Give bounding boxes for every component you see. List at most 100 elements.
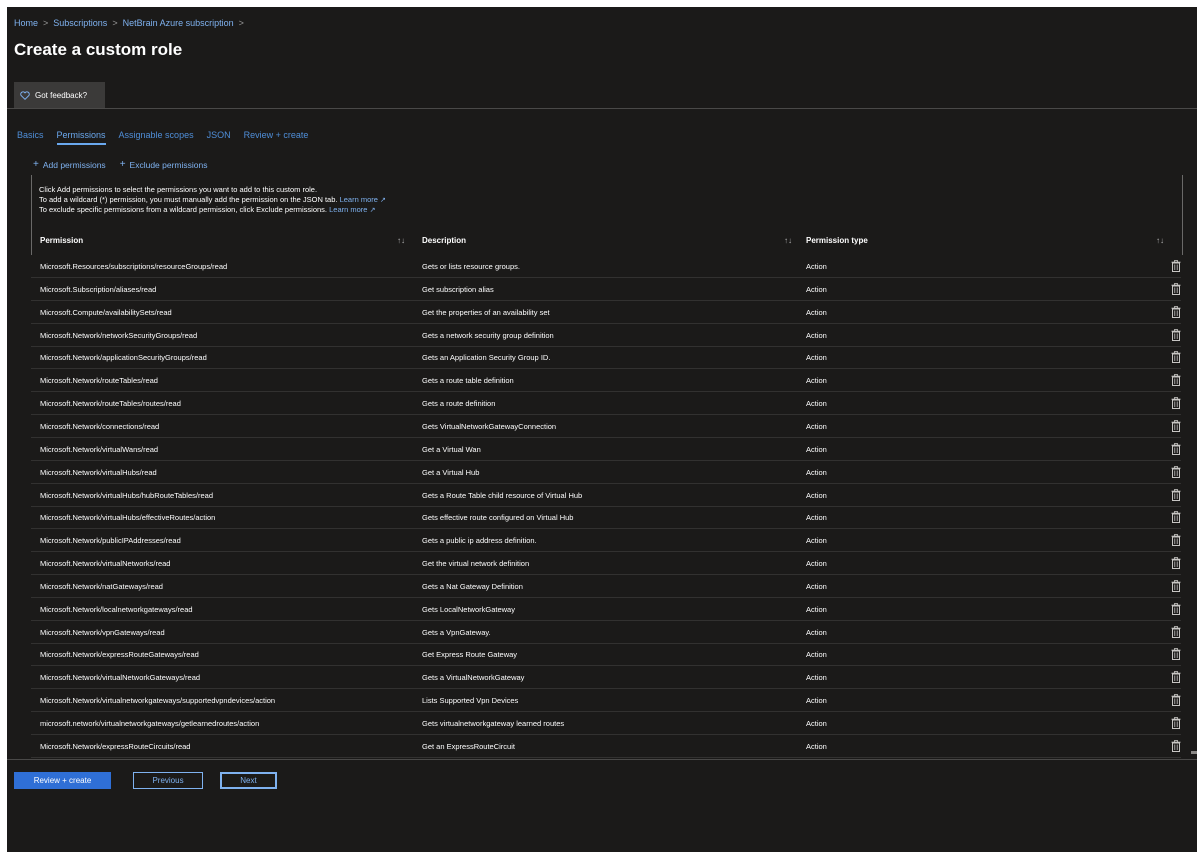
permission-type-cell: Action [806, 650, 827, 660]
delete-icon[interactable] [1171, 442, 1181, 455]
permission-actions: + Add permissions + Exclude permissions [33, 159, 221, 170]
breadcrumb-home[interactable]: Home [14, 18, 38, 28]
delete-icon[interactable] [1171, 625, 1181, 638]
permission-type-cell: Action [806, 330, 827, 340]
delete-icon[interactable] [1171, 420, 1181, 432]
delete-icon[interactable] [1171, 260, 1181, 272]
permission-cell: microsoft.network/virtualnetworkgateways… [40, 719, 260, 728]
delete-icon[interactable] [1171, 305, 1181, 318]
tab-assignable-scopes[interactable]: Assignable scopes [119, 130, 194, 145]
permission-cell: Microsoft.Network/publicIPAddresses/read [40, 536, 181, 546]
column-header-permission[interactable]: Permission [40, 236, 83, 245]
permission-type-cell: Action [806, 741, 827, 751]
description-cell: Gets a network security group definition [422, 330, 554, 340]
exclude-permissions-label: Exclude permissions [129, 159, 208, 170]
breadcrumb-subscriptions[interactable]: Subscriptions [53, 18, 107, 28]
permission-type-cell: Action [806, 513, 827, 523]
sort-icon[interactable]: ↑↓ [1156, 236, 1164, 245]
delete-icon[interactable] [1171, 579, 1181, 592]
delete-icon[interactable] [1171, 488, 1181, 501]
table-row[interactable]: Microsoft.Network/networkSecurityGroups/… [31, 324, 1181, 347]
permission-type-cell: Action [806, 581, 827, 591]
sort-icon[interactable]: ↑↓ [397, 236, 405, 245]
tab-basics[interactable]: Basics [17, 130, 44, 145]
delete-icon[interactable] [1171, 282, 1181, 295]
breadcrumb-subscription[interactable]: NetBrain Azure subscription [123, 18, 234, 28]
table-row[interactable]: Microsoft.Compute/availabilitySets/read G… [31, 301, 1181, 324]
sort-icon[interactable]: ↑↓ [784, 236, 792, 245]
learn-more-link[interactable]: Learn more [340, 195, 378, 204]
table-row[interactable]: Microsoft.Network/natGateways/read Gets a… [31, 575, 1181, 598]
table-row[interactable]: Microsoft.Network/virtualHubs/effectiveR… [31, 506, 1181, 530]
table-row[interactable]: Microsoft.Network/virtualNetworkGateways… [31, 666, 1181, 690]
tab-review-create[interactable]: Review + create [244, 130, 309, 145]
delete-icon[interactable] [1171, 671, 1181, 684]
permission-type-cell: Action [806, 627, 827, 637]
delete-icon[interactable] [1171, 351, 1181, 364]
permission-type-cell: Action [806, 604, 827, 614]
scrollbar[interactable] [1191, 751, 1197, 754]
table-row[interactable]: Microsoft.Network/expressRouteCircuits/r… [31, 735, 1181, 758]
table-row[interactable]: Microsoft.Network/routeTables/read Gets a… [31, 369, 1181, 393]
delete-icon[interactable] [1171, 328, 1181, 341]
description-cell: Get the virtual network definition [422, 559, 530, 569]
learn-more-link[interactable]: Learn more [329, 205, 367, 214]
heart-icon [20, 90, 30, 100]
column-header-permission-type[interactable]: Permission type [806, 236, 868, 245]
column-header-description[interactable]: Description [422, 236, 466, 245]
delete-icon[interactable] [1171, 717, 1181, 729]
permission-cell: Microsoft.Network/routeTables/routes/rea… [40, 399, 181, 409]
table-row[interactable]: Microsoft.Network/connections/read Gets V… [31, 415, 1181, 438]
table-row[interactable]: Microsoft.Network/virtualWans/read Get a … [31, 438, 1181, 461]
table-row[interactable]: Microsoft.Network/publicIPAddresses/read… [31, 529, 1181, 553]
next-button[interactable]: Next [220, 772, 277, 789]
delete-icon[interactable] [1171, 739, 1181, 752]
info-line-1: Click Add permissions to select the perm… [39, 185, 317, 194]
review-create-button[interactable]: Review + create [14, 772, 111, 789]
delete-icon[interactable] [1171, 534, 1181, 547]
table-row[interactable]: Microsoft.Network/virtualNetworks/read Ge… [31, 552, 1181, 576]
delete-icon[interactable] [1171, 374, 1181, 387]
delete-icon[interactable] [1171, 557, 1181, 570]
chevron-right-icon: > [43, 18, 49, 28]
table-row[interactable]: Microsoft.Subscription/aliases/read Get s… [31, 278, 1181, 301]
table-row[interactable]: Microsoft.Network/virtualHubs/read Get a … [31, 461, 1181, 484]
delete-icon[interactable] [1171, 648, 1181, 661]
permission-cell: Microsoft.Network/expressRouteGateways/r… [40, 650, 199, 660]
table-row[interactable]: Microsoft.Network/routeTables/routes/rea… [31, 392, 1181, 416]
feedback-button[interactable]: Got feedback? [14, 82, 105, 108]
exclude-permissions-button[interactable]: + Exclude permissions [120, 159, 208, 170]
permission-type-cell: Action [806, 673, 827, 683]
table-row[interactable]: microsoft.network/virtualnetworkgateways… [31, 712, 1181, 735]
table-row[interactable]: Microsoft.Network/expressRouteGateways/r… [31, 643, 1181, 667]
permission-cell: Microsoft.Subscription/aliases/read [40, 284, 157, 294]
add-permissions-button[interactable]: + Add permissions [33, 159, 106, 170]
delete-icon[interactable] [1171, 511, 1181, 524]
table-row[interactable]: Microsoft.Network/vpnGateways/read Gets a… [31, 621, 1181, 644]
table-row[interactable]: Microsoft.Network/applicationSecurityGro… [31, 346, 1181, 370]
permission-cell: Microsoft.Network/expressRouteCircuits/r… [40, 741, 191, 751]
permission-cell: Microsoft.Network/localnetworkgateways/r… [40, 604, 193, 614]
permission-type-cell: Action [806, 284, 827, 294]
description-cell: Gets a VirtualNetworkGateway [422, 673, 525, 683]
permission-cell: Microsoft.Network/virtualHubs/hubRouteTa… [40, 490, 213, 500]
external-link-icon: ↗ [369, 207, 376, 214]
delete-icon[interactable] [1171, 602, 1181, 615]
table-row[interactable]: Microsoft.Network/virtualnetworkgateways… [31, 689, 1181, 713]
description-cell: Gets a Route Table child resource of Vir… [422, 490, 583, 500]
info-text-2: To add a wildcard (*) permission, you mu… [39, 195, 338, 204]
permission-type-cell: Action [806, 399, 827, 409]
delete-icon[interactable] [1171, 694, 1181, 707]
delete-icon[interactable] [1171, 397, 1181, 410]
permission-type-cell: Action [806, 696, 827, 706]
tab-json[interactable]: JSON [207, 130, 231, 145]
tab-permissions[interactable]: Permissions [56, 130, 106, 145]
table-row[interactable]: Microsoft.Network/virtualHubs/hubRouteTa… [31, 484, 1181, 507]
permission-type-cell: Action [806, 467, 827, 477]
table-row[interactable]: Microsoft.Resources/subscriptions/resour… [31, 255, 1181, 278]
description-cell: Gets effective route configured on Virtu… [422, 513, 574, 523]
table-row[interactable]: Microsoft.Network/localnetworkgateways/r… [31, 598, 1181, 621]
delete-icon[interactable] [1171, 465, 1181, 478]
previous-button[interactable]: Previous [133, 772, 203, 789]
permission-cell: Microsoft.Network/virtualWans/read [40, 444, 159, 454]
